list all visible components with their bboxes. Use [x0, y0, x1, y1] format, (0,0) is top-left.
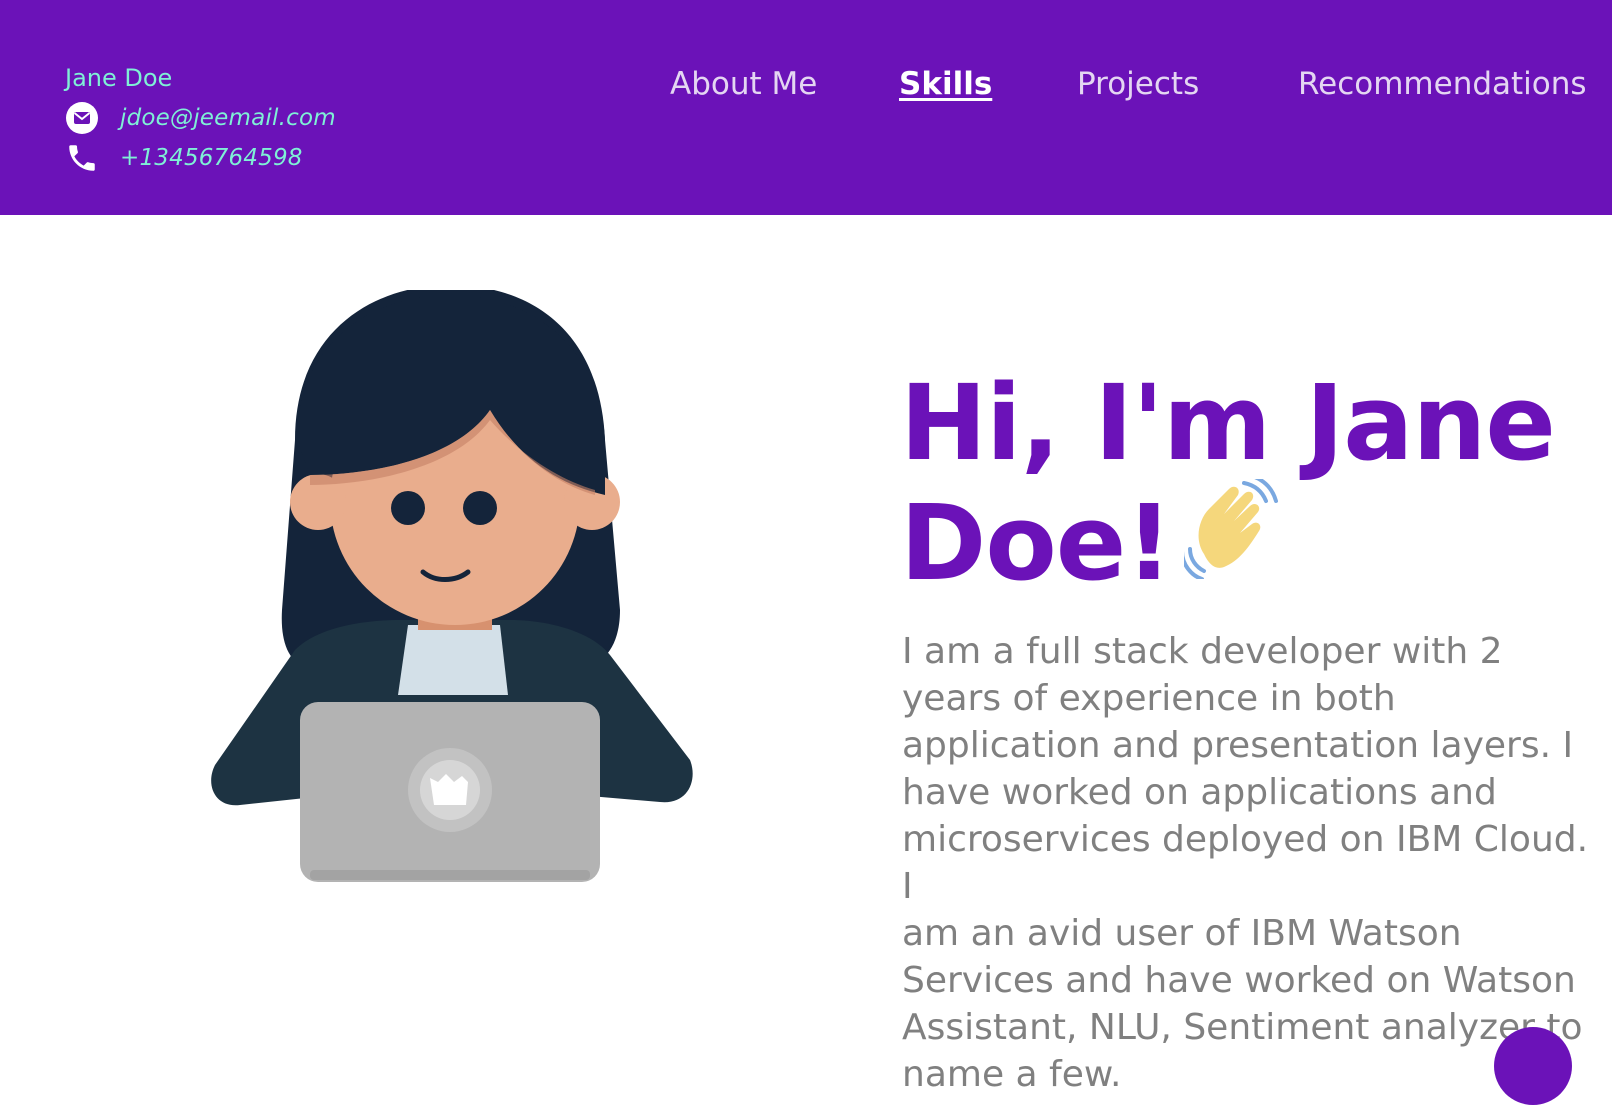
- phone-link[interactable]: +13456764598: [120, 145, 303, 171]
- contact-card: Jane Doe jdoe@jeemail.com +13456764598: [65, 62, 336, 178]
- contact-name: Jane Doe: [65, 64, 173, 92]
- nav-projects[interactable]: Projects: [1077, 62, 1199, 106]
- hero-desc-line: Services and have worked on Watson: [902, 960, 1576, 1001]
- phone-icon: [65, 141, 99, 175]
- nav-about-me[interactable]: About Me: [670, 62, 817, 106]
- email-link[interactable]: jdoe@jeemail.com: [120, 105, 336, 131]
- waving-hand-icon: [1179, 472, 1280, 603]
- hero-desc-line: am an avid user of IBM Watson: [902, 913, 1462, 954]
- developer-illustration: [200, 285, 700, 890]
- hero-title: Hi, I'm Jane Doe!: [900, 363, 1590, 613]
- hero-description: I am a full stack developer with 2 years…: [902, 628, 1602, 1098]
- phone-row[interactable]: +13456764598: [65, 138, 336, 178]
- hero-desc-line: microservices deployed on IBM Cloud. I: [902, 819, 1589, 907]
- hero-desc-line: I am a full stack developer with 2: [902, 631, 1503, 672]
- hero-desc-line: Assistant, NLU, Sentiment analyzer to: [902, 1007, 1583, 1048]
- floating-action-button[interactable]: [1494, 1027, 1572, 1105]
- site-header: Jane Doe jdoe@jeemail.com +13456764598 A…: [0, 0, 1612, 215]
- main-nav: About Me Skills Projects Recommendations: [612, 62, 1612, 106]
- hero-desc-line: application and presentation layers. I: [902, 725, 1574, 766]
- hero-desc-line: name a few.: [902, 1054, 1122, 1095]
- hero-desc-line: have worked on applications and: [902, 772, 1497, 813]
- mail-icon: [65, 101, 99, 135]
- email-row[interactable]: jdoe@jeemail.com: [65, 98, 336, 138]
- hero-desc-line: years of experience in both: [902, 678, 1396, 719]
- nav-recommendations[interactable]: Recommendations: [1298, 62, 1587, 106]
- nav-skills[interactable]: Skills: [899, 62, 992, 106]
